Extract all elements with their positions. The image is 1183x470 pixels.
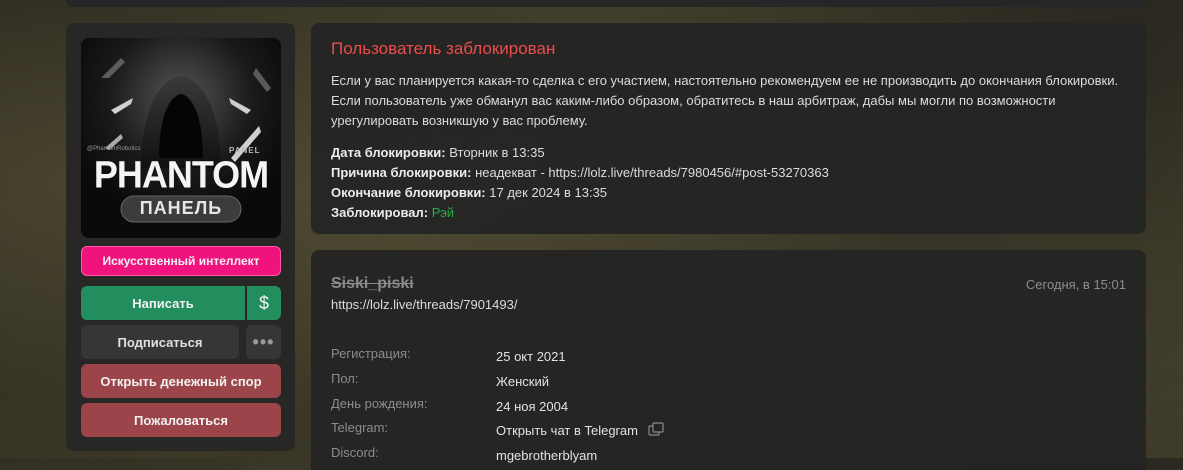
info-label: Discord: [331, 445, 379, 460]
ban-by-label: Заблокировал: [331, 205, 429, 220]
info-value: Женский [496, 373, 549, 389]
ban-reason-row: Причина блокировки: неадекват - https://… [331, 163, 829, 183]
info-label: Пол: [331, 371, 359, 386]
info-row-discord: Discord: mgebrotherblyam [331, 445, 597, 465]
info-value: mgebrotherblyam [496, 447, 598, 463]
avatar-subtitle: ПАНЕЛЬ [139, 198, 223, 218]
ban-reason-label: Причина блокировки: [331, 165, 472, 180]
info-value: 25 окт 2021 [496, 348, 566, 364]
ban-notice: Пользователь заблокирован Если у вас пла… [311, 23, 1146, 234]
more-options-icon[interactable]: ••• [246, 325, 281, 359]
ban-date-value: Вторник в 13:35 [449, 145, 545, 160]
ban-date-row: Дата блокировки: Вторник в 13:35 [331, 143, 829, 163]
ban-end-row: Окончание блокировки: 17 дек 2024 в 13:3… [331, 183, 829, 203]
ban-by-row: Заблокировал: Рэй [331, 203, 829, 223]
ban-end-label: Окончание блокировки: [331, 185, 486, 200]
write-message-button[interactable]: Написать [81, 286, 245, 320]
ban-details: Дата блокировки: Вторник в 13:35 Причина… [331, 143, 829, 223]
ban-date-label: Дата блокировки: [331, 145, 446, 160]
previous-panel-edge [66, 0, 1146, 7]
avatar-small-text: @PhantomRobotics [87, 146, 141, 152]
last-seen-time: Сегодня, в 15:01 [1025, 277, 1126, 292]
open-dispute-button[interactable]: Открыть денежный спор [81, 364, 281, 398]
telegram-chat-link[interactable]: Открыть чат в Telegram [496, 420, 664, 440]
report-button[interactable]: Пожаловаться [81, 403, 281, 437]
copy-icon[interactable] [648, 421, 664, 439]
avatar-brand: PHANTOM [93, 152, 269, 196]
info-label: Telegram: [331, 420, 389, 435]
info-label: Регистрация: [331, 346, 411, 361]
ban-end-value: 17 дек 2024 в 13:35 [489, 185, 608, 200]
username[interactable]: Siski_piski [331, 275, 414, 293]
info-row-telegram: Telegram: Открыть чат в Telegram [331, 420, 664, 440]
ban-reason-value[interactable]: неадекват - https://lolz.live/threads/79… [475, 165, 829, 180]
ai-button[interactable]: Искусственный интеллект [81, 246, 281, 276]
subscribe-button[interactable]: Подписаться [81, 325, 239, 359]
ban-title: Пользователь заблокирован [331, 39, 556, 58]
info-label: День рождения: [331, 396, 428, 411]
profile-status-link[interactable]: https://lolz.live/threads/7901493/ [331, 297, 517, 312]
telegram-link-text[interactable]: Открыть чат в Telegram [496, 423, 638, 438]
ban-warning-text: Если у вас планируется какая-то сделка с… [331, 73, 1119, 128]
profile-sidebar: @PhantomRobotics PANEL PHANTOM ПАНЕЛЬ Ис… [66, 23, 295, 451]
avatar[interactable]: @PhantomRobotics PANEL PHANTOM ПАНЕЛЬ [81, 38, 281, 238]
blocked-by-user-link[interactable]: Рэй [432, 205, 454, 220]
info-row-gender: Пол: Женский [331, 371, 549, 391]
info-value: 24 ноя 2004 [496, 398, 569, 414]
info-row-registration: Регистрация: 25 окт 2021 [331, 346, 566, 366]
profile-info-panel: Siski_piski Сегодня, в 15:01 https://lol… [311, 250, 1146, 470]
info-row-birthday: День рождения: 24 ноя 2004 [331, 396, 568, 416]
dollar-icon[interactable]: $ [247, 286, 281, 320]
